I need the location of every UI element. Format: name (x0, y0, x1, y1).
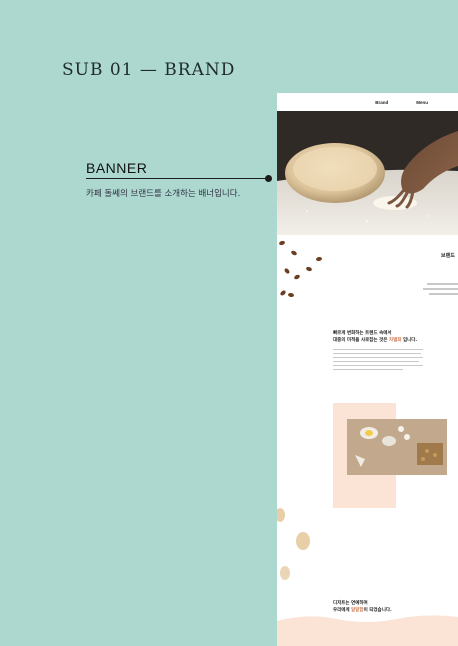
text-line (333, 349, 423, 351)
banner-connector-dot (265, 175, 272, 182)
hero-banner-image (277, 111, 458, 235)
baking-ingredients-image (333, 403, 447, 508)
mockup-nav: Brand Menu (277, 93, 458, 111)
coffee-beans-decoration (279, 240, 322, 298)
text-line (429, 293, 458, 295)
text-line (333, 369, 403, 371)
text-line (427, 283, 458, 285)
baking-ingredients-section (277, 393, 458, 513)
banner-label: BANNER (86, 160, 148, 176)
text-line (333, 365, 423, 367)
text-line (333, 353, 421, 355)
banner-description: 카페 돌쎄의 브랜드를 소개하는 배너입니다. (86, 189, 241, 199)
trend-section: 빠르게 변화하는 트렌드 속에서 대중의 미적을 사로잡는 것은 차별화 입니다… (277, 325, 458, 395)
mockup-nav-menu[interactable]: Menu (416, 100, 428, 105)
mockup-nav-brand[interactable]: Brand (375, 100, 388, 105)
baker-kneading-dough-image (277, 111, 458, 235)
story-heading: 디저트는 연예하며 우리에게 달달함이 되었습니다. (333, 601, 392, 613)
text-line (333, 357, 423, 359)
section-title-partial: 브랜드 (441, 253, 455, 259)
website-mockup: Brand Menu 브랜드 빠르게 변화하는 트렌드 속에서 대중의 미적을 … (277, 93, 458, 646)
dessert-story-section: 디저트는 연예하며 우리에게 달달함이 되었습니다. (277, 503, 458, 646)
trend-heading: 빠르게 변화하는 트렌드 속에서 대중의 미적을 사로잡는 것은 차별화 입니다… (333, 331, 418, 343)
text-line (333, 361, 419, 363)
banner-connector-line (86, 178, 271, 179)
text-line (423, 288, 458, 290)
page-title: SUB 01 — BRAND (62, 60, 236, 80)
brand-intro-section: 브랜드 (277, 235, 458, 325)
eggs-decoration (277, 508, 458, 646)
